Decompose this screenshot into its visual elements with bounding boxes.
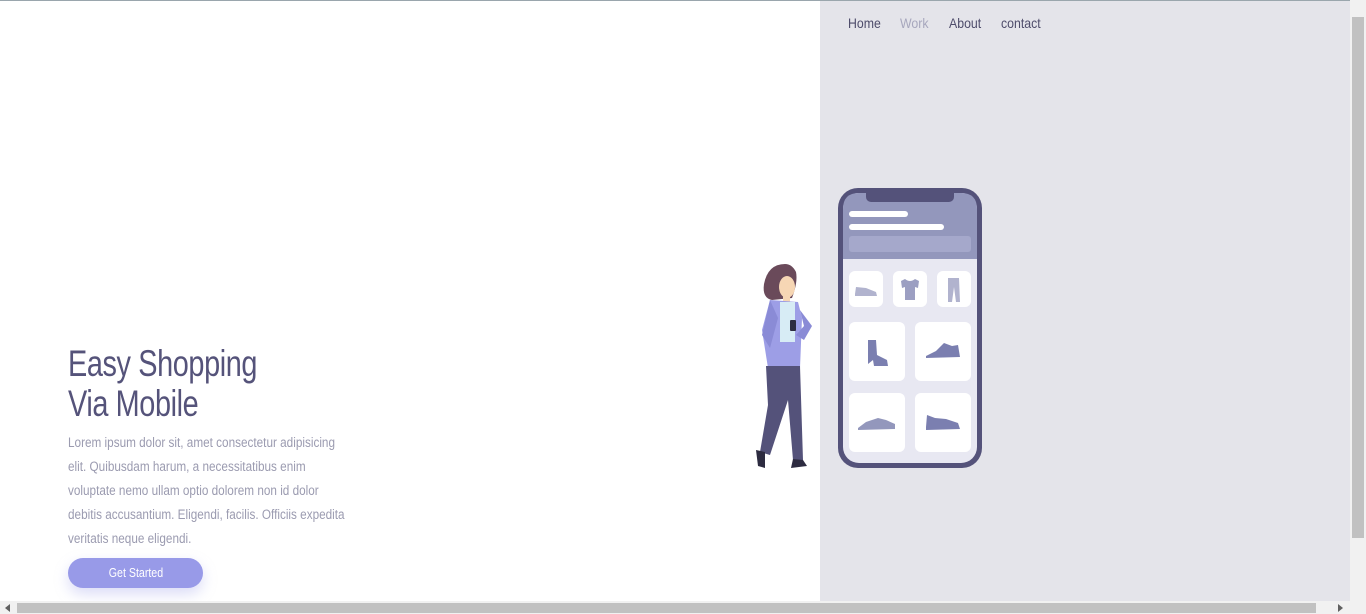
scrollbar-corner bbox=[1350, 601, 1366, 614]
main-nav: Home Work About contact bbox=[848, 14, 1051, 32]
vertical-scroll-thumb[interactable] bbox=[1352, 17, 1364, 538]
scroll-right-arrow-icon[interactable] bbox=[1338, 604, 1343, 612]
scroll-left-arrow-icon[interactable] bbox=[5, 604, 10, 612]
hero-title: Easy Shopping Via Mobile bbox=[68, 344, 257, 424]
nav-contact[interactable]: contact bbox=[1001, 14, 1045, 32]
shopping-illustration bbox=[756, 188, 982, 468]
nav-home[interactable]: Home bbox=[848, 14, 894, 32]
phone-icon bbox=[838, 188, 982, 468]
hero-description: Lorem ipsum dolor sit, amet consectetur … bbox=[68, 435, 345, 546]
horizontal-scroll-thumb[interactable] bbox=[17, 603, 1316, 613]
get-started-button[interactable]: Get Started bbox=[68, 558, 203, 588]
vertical-scrollbar[interactable] bbox=[1350, 0, 1366, 601]
horizontal-scrollbar[interactable] bbox=[0, 601, 1350, 614]
hero-title-line-2: Via Mobile bbox=[68, 383, 199, 424]
nav-work[interactable]: Work bbox=[900, 14, 943, 32]
get-started-label: Get Started bbox=[108, 566, 163, 580]
hero-title-line-1: Easy Shopping bbox=[68, 343, 258, 384]
woman-icon bbox=[756, 264, 812, 468]
nav-about[interactable]: About bbox=[949, 14, 995, 32]
